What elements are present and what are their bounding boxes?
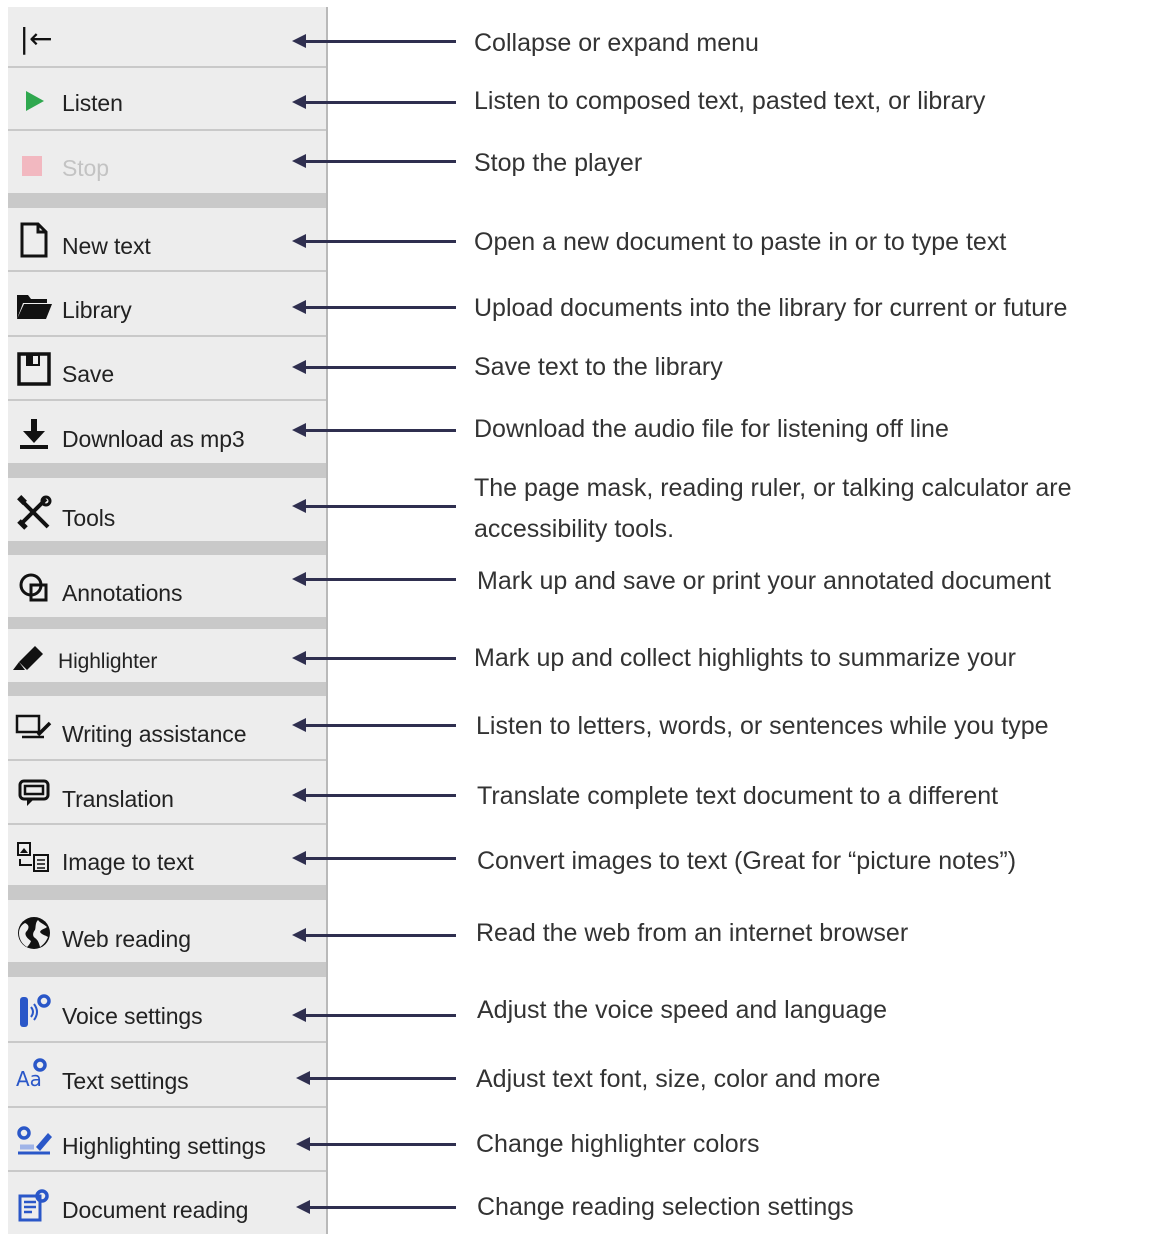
library-button[interactable]: Library bbox=[8, 272, 326, 337]
pointer-arrow bbox=[292, 95, 456, 109]
writing-assistance-icon bbox=[14, 710, 54, 748]
highlighter-button[interactable]: Highlighter bbox=[8, 629, 326, 684]
menu-item-label: Writing assistance bbox=[62, 721, 247, 747]
pointer-arrow bbox=[292, 788, 456, 802]
translation-button[interactable]: Translation bbox=[8, 761, 326, 825]
description-text: Collapse or expand menu bbox=[474, 29, 759, 57]
annotations-icon bbox=[14, 569, 54, 607]
menu-item-label: Stop bbox=[62, 155, 109, 181]
voice-settings-button[interactable]: Voice settings bbox=[8, 977, 326, 1043]
menu-item-label: New text bbox=[62, 233, 151, 259]
menu-item-label: Annotations bbox=[62, 580, 183, 606]
new-text-button[interactable]: New text bbox=[8, 208, 326, 272]
menu-item-label: Library bbox=[62, 297, 132, 323]
stop-button[interactable]: Stop bbox=[8, 131, 326, 195]
menu-item-label: Listen bbox=[62, 90, 123, 116]
menu-separator bbox=[8, 964, 326, 977]
menu-item-label: Voice settings bbox=[62, 1003, 203, 1029]
menu-separator bbox=[8, 619, 326, 629]
pointer-arrow bbox=[292, 928, 456, 942]
menu-item-label: Translation bbox=[62, 786, 174, 812]
description-text: Listen to letters, words, or sentences w… bbox=[476, 712, 1049, 740]
download-icon bbox=[14, 415, 54, 453]
document-reading-icon bbox=[14, 1186, 54, 1224]
description-text: Download the audio file for listening of… bbox=[474, 415, 949, 443]
description-text: Translate complete text document to a di… bbox=[477, 782, 999, 810]
highlighting-settings-button[interactable]: Highlighting settings bbox=[8, 1108, 326, 1172]
description-text: Change highlighter colors bbox=[476, 1130, 760, 1158]
image-to-text-icon bbox=[14, 839, 54, 877]
collapse-icon: |← bbox=[19, 21, 53, 55]
description-text: Change reading selection settings bbox=[477, 1193, 854, 1221]
menu-item-label: Download as mp3 bbox=[62, 426, 245, 452]
floppy-icon bbox=[14, 350, 54, 388]
description-text: Listen to composed text, pasted text, or… bbox=[474, 87, 986, 115]
description-text: The page mask, reading ruler, or talking… bbox=[474, 474, 1072, 543]
image-to-text-button[interactable]: Image to text bbox=[8, 825, 326, 887]
description-text: Convert images to text (Great for “pictu… bbox=[477, 847, 1017, 875]
play-icon bbox=[14, 82, 54, 120]
menu-separator bbox=[8, 195, 326, 208]
pointer-arrow bbox=[292, 34, 456, 48]
listen-button[interactable]: Listen bbox=[8, 68, 326, 131]
description-text: Adjust text font, size, color and more bbox=[476, 1065, 881, 1093]
pointer-arrow bbox=[296, 1200, 456, 1214]
voice-settings-icon bbox=[14, 993, 54, 1031]
folder-icon bbox=[14, 287, 54, 325]
writing-assistance-button[interactable]: Writing assistance bbox=[8, 696, 326, 761]
document-icon bbox=[14, 221, 54, 259]
menu-item-label: Document reading bbox=[62, 1197, 249, 1223]
collapse-menu-button[interactable]: |← bbox=[8, 7, 326, 68]
pointer-arrow bbox=[292, 423, 456, 437]
stop-icon bbox=[12, 147, 52, 185]
description-text: Read the web from an internet browser bbox=[476, 919, 909, 947]
highlighting-settings-icon bbox=[14, 1122, 54, 1160]
tools-button[interactable]: Tools bbox=[8, 478, 326, 543]
menu-item-label: Highlighter bbox=[58, 650, 158, 673]
menu-separator bbox=[8, 887, 326, 900]
menu-item-label: Web reading bbox=[62, 926, 191, 952]
web-reading-button[interactable]: Web reading bbox=[8, 900, 326, 964]
pointer-arrow bbox=[292, 572, 456, 586]
menu-item-label: Text settings bbox=[62, 1068, 189, 1094]
document-reading-button[interactable]: Document reading bbox=[8, 1172, 326, 1234]
menu-item-label: Image to text bbox=[62, 849, 194, 875]
description-text: Upload documents into the library for cu… bbox=[474, 294, 1068, 322]
pointer-arrow bbox=[296, 1071, 456, 1085]
download-mp3-button[interactable]: Download as mp3 bbox=[8, 401, 326, 465]
description-text: Adjust the voice speed and language bbox=[477, 996, 888, 1024]
globe-icon bbox=[14, 914, 54, 952]
text-settings-icon: Aa bbox=[14, 1057, 54, 1095]
translation-icon bbox=[14, 774, 54, 812]
pointer-arrow bbox=[292, 360, 456, 374]
menu-item-label: Tools bbox=[62, 505, 116, 531]
save-button[interactable]: Save bbox=[8, 337, 326, 401]
menu-separator bbox=[8, 543, 326, 555]
menu-item-label: Highlighting settings bbox=[62, 1133, 266, 1159]
highlighter-icon bbox=[8, 638, 48, 676]
pointer-arrow bbox=[292, 1008, 456, 1022]
menu-separator bbox=[8, 684, 326, 696]
pointer-arrow bbox=[292, 154, 456, 168]
description-text: Mark up and collect highlights to summar… bbox=[474, 644, 1016, 672]
pointer-arrow bbox=[292, 651, 456, 665]
pointer-arrow bbox=[292, 234, 456, 248]
tools-icon bbox=[14, 494, 54, 532]
menu-item-label: Save bbox=[62, 361, 115, 387]
description-text: Save text to the library bbox=[474, 353, 723, 381]
description-text: Stop the player bbox=[474, 149, 643, 177]
pointer-arrow bbox=[292, 499, 456, 513]
menu-separator bbox=[8, 465, 326, 478]
annotations-button[interactable]: Annotations bbox=[8, 555, 326, 619]
pointer-arrow bbox=[296, 1137, 456, 1151]
pointer-arrow bbox=[292, 300, 456, 314]
pointer-arrow bbox=[292, 851, 456, 865]
description-text: Mark up and save or print your annotated… bbox=[477, 567, 1051, 595]
pointer-arrow bbox=[292, 718, 456, 732]
description-text: Open a new document to paste in or to ty… bbox=[474, 228, 1007, 256]
text-settings-button[interactable]: Aa Text settings bbox=[8, 1043, 326, 1108]
